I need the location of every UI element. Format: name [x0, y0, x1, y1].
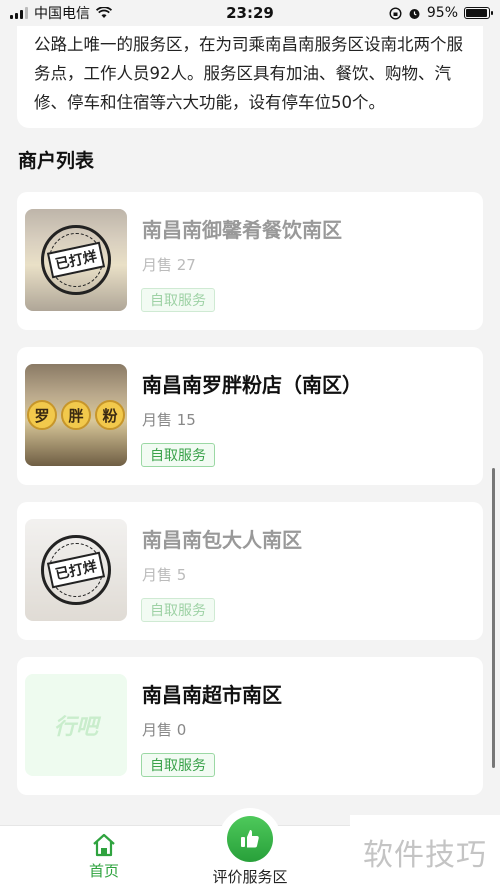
- merchant-list: 已打烊 南昌南御馨肴餐饮南区 月售 27 自取服务 罗 胖 粉 南昌南罗胖粉店（…: [17, 192, 483, 812]
- tab-review-label: 评价服务区: [212, 868, 288, 886]
- merchant-list-title: 商户列表: [18, 150, 95, 172]
- home-icon: [93, 833, 115, 857]
- closed-stamp: 已打烊: [41, 225, 111, 295]
- alarm-icon: [409, 8, 420, 19]
- merchant-sales: 月售 5: [142, 566, 187, 584]
- merchant-photo: 罗 胖 粉: [25, 364, 127, 466]
- pickup-service-tag: 自取服务: [141, 288, 215, 312]
- signal-icon: [10, 7, 28, 19]
- tab-review[interactable]: 评价服务区: [195, 808, 305, 889]
- merchant-name: 南昌南罗胖粉店（南区）: [142, 373, 362, 397]
- merchant-card[interactable]: 已打烊 南昌南御馨肴餐饮南区 月售 27 自取服务: [17, 192, 483, 330]
- closed-stamp: 已打烊: [41, 535, 111, 605]
- merchant-name: 南昌南超市南区: [142, 683, 282, 707]
- description-text: 公路上唯一的服务区，在为司乘南昌南服务区设南北两个服务点，工作人员92人。服务区…: [34, 35, 463, 112]
- shop-sign: 罗 胖 粉: [25, 400, 127, 432]
- merchant-sales: 月售 27: [142, 256, 196, 274]
- merchant-sales: 月售 0: [142, 721, 187, 739]
- closed-stamp-label: 已打烊: [46, 551, 106, 589]
- merchant-card[interactable]: 已打烊 南昌南包大人南区 月售 5 自取服务: [17, 502, 483, 640]
- merchant-card[interactable]: 罗 胖 粉 南昌南罗胖粉店（南区） 月售 15 自取服务: [17, 347, 483, 485]
- status-right: 95%: [300, 5, 493, 21]
- shop-sign-char: 罗: [27, 400, 57, 430]
- battery-level: [466, 9, 487, 17]
- merchant-card[interactable]: 行吧 南昌南超市南区 月售 0 自取服务: [17, 657, 483, 795]
- pickup-service-tag: 自取服务: [141, 753, 215, 777]
- tab-home[interactable]: 首页: [60, 832, 148, 881]
- thumbs-up-icon: [241, 830, 259, 848]
- merchant-sales: 月售 15: [142, 411, 196, 429]
- scrollbar[interactable]: [492, 468, 495, 768]
- status-left: 中国电信: [10, 3, 200, 23]
- battery-percent: 95%: [426, 5, 458, 21]
- status-bar: 中国电信 23:29 95%: [0, 0, 500, 26]
- wifi-icon: [96, 7, 112, 18]
- review-button[interactable]: [227, 816, 273, 862]
- carrier-label: 中国电信: [34, 6, 90, 22]
- tab-home-label: 首页: [88, 862, 119, 880]
- battery-icon: [464, 7, 493, 19]
- merchant-thumbnail: 行吧: [25, 674, 127, 776]
- pickup-service-tag: 自取服务: [141, 443, 215, 467]
- merchant-thumbnail: 罗 胖 粉: [25, 364, 127, 466]
- placeholder-logo: 行吧: [25, 674, 127, 776]
- merchant-name: 南昌南包大人南区: [142, 528, 302, 552]
- shop-sign-char: 粉: [95, 400, 125, 430]
- watermark: 软件技巧: [350, 815, 500, 889]
- pickup-service-tag: 自取服务: [141, 598, 215, 622]
- orientation-lock-icon: [389, 6, 402, 20]
- service-area-description: 公路上唯一的服务区，在为司乘南昌南服务区设南北两个服务点，工作人员92人。服务区…: [17, 26, 483, 128]
- closed-stamp-label: 已打烊: [46, 241, 106, 279]
- shop-sign-char: 胖: [61, 400, 91, 430]
- review-bubble: [219, 808, 281, 870]
- status-time: 23:29: [226, 4, 274, 22]
- merchant-name: 南昌南御馨肴餐饮南区: [142, 218, 342, 242]
